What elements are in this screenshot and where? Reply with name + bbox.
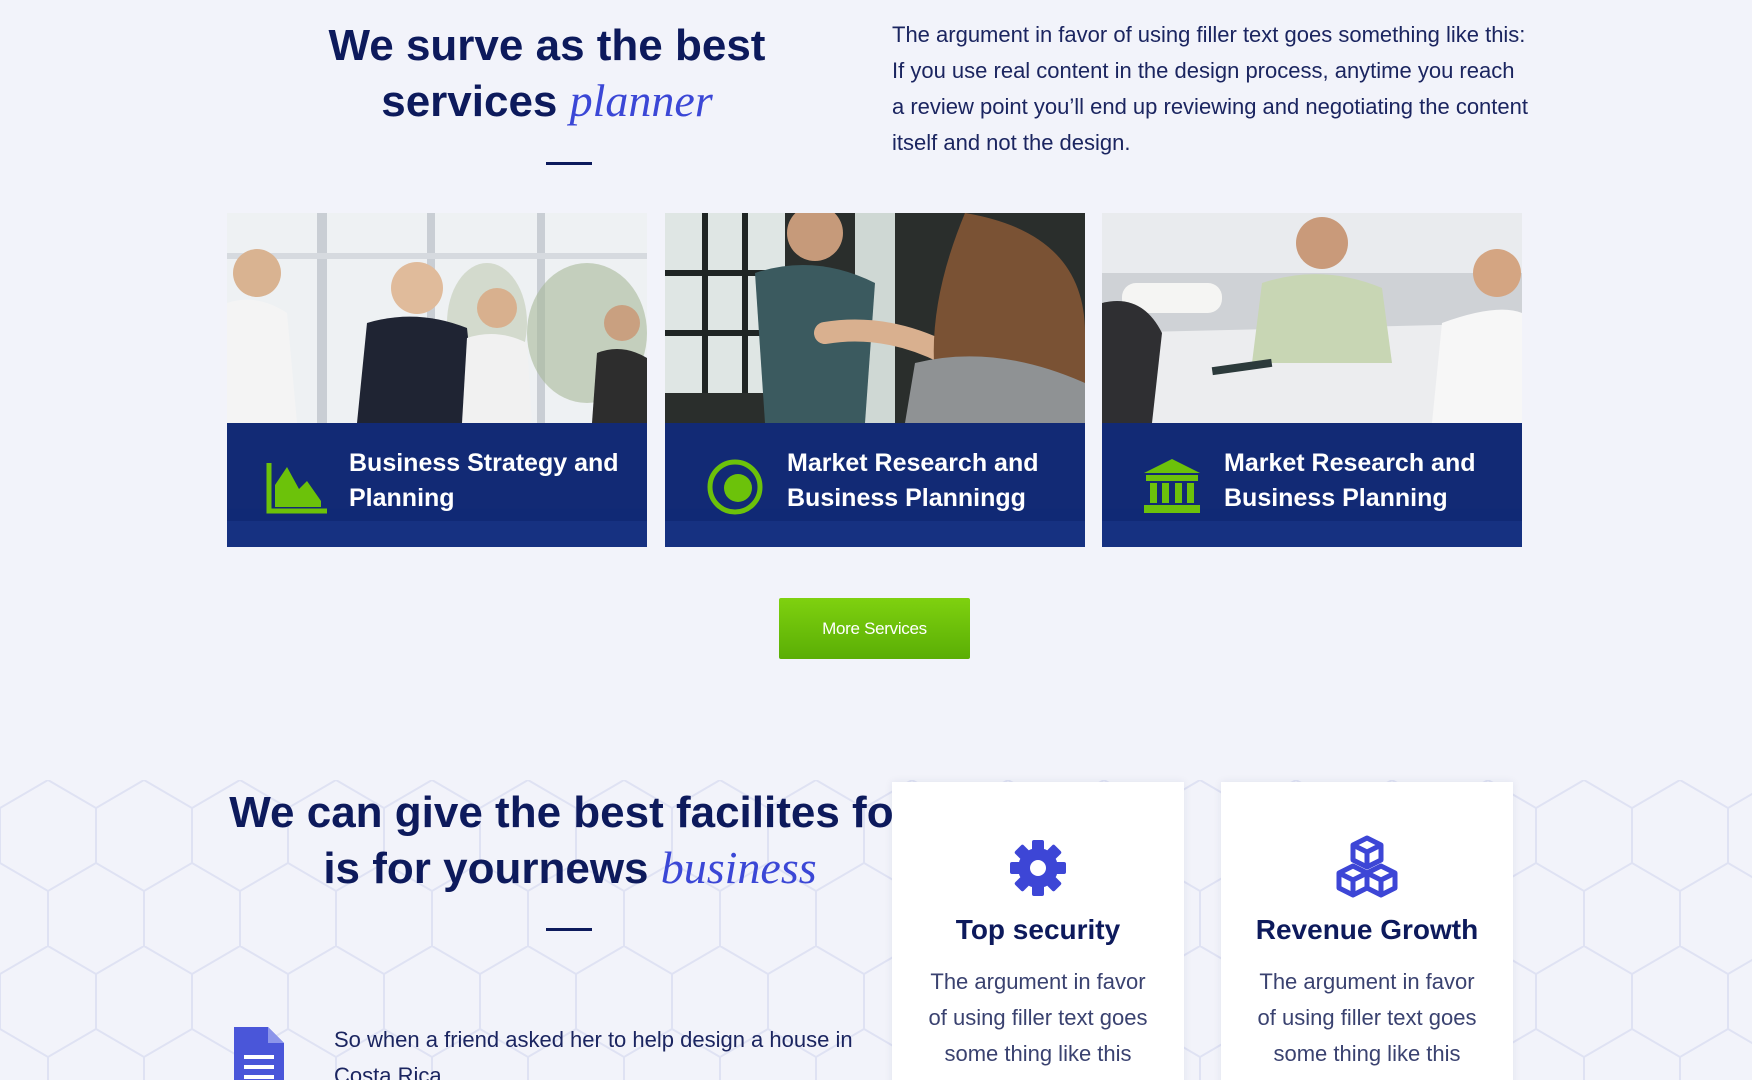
facilities-text: So when a friend asked her to help desig…: [334, 1027, 853, 1080]
feature-title: Top security: [955, 914, 1121, 945]
cubes-icon: [1336, 835, 1398, 898]
feature-text: The argument in favor of using filler te…: [1257, 969, 1477, 1066]
feature-text: The argument in favor of using filler te…: [928, 969, 1148, 1066]
card-title: Market Research and Business Planning: [1224, 449, 1476, 512]
service-card-market-research-2[interactable]: Market Research and Business Planning: [1102, 213, 1522, 547]
card-title: Business Strategy and Planning: [349, 449, 619, 512]
heading-divider: [546, 162, 592, 165]
feature-card-revenue-growth: Revenue Growth The argument in favor of …: [1221, 782, 1513, 1080]
bank-icon: [1144, 459, 1200, 513]
card-title: Market Research and Business Planningg: [787, 449, 1039, 512]
card-photo-team-meeting: [227, 213, 647, 423]
card-photo-handshake: [665, 213, 1085, 423]
target-icon: [707, 459, 763, 515]
gear-icon: [1010, 840, 1066, 896]
feature-title: Revenue Growth: [1255, 914, 1479, 945]
service-card-business-strategy[interactable]: Business Strategy and Planning: [227, 213, 647, 547]
facilities-heading-emphasis: business: [660, 842, 817, 893]
facilities-heading: We can give the best facilites for is fo…: [210, 785, 930, 896]
page: We surve as the best services planner Th…: [0, 0, 1752, 1080]
area-chart-icon: [266, 463, 327, 514]
card-photo-office-team: [1102, 213, 1522, 423]
services-description: The argument in favor of using filler te…: [892, 22, 1528, 155]
services-heading: We surve as the best services planner: [300, 18, 794, 129]
feature-card-top-security: Top security The argument in favor of us…: [892, 782, 1184, 1080]
heading-divider: [546, 928, 592, 931]
service-card-market-research-1[interactable]: Market Research and Business Planningg: [665, 213, 1085, 547]
document-icon: [234, 1027, 284, 1080]
more-services-button[interactable]: More Services: [779, 598, 970, 659]
services-heading-emphasis: planner: [569, 75, 713, 126]
